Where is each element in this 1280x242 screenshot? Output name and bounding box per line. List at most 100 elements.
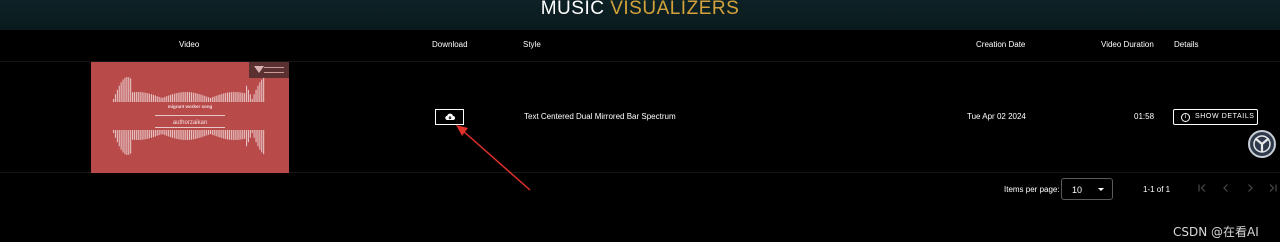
spectrum-bar <box>213 96 215 102</box>
spectrum-bar <box>208 97 210 102</box>
thumbnail-song-title: migrant worker song <box>167 104 213 109</box>
spectrum-bottom-graphic <box>113 130 265 155</box>
spectrum-bar <box>227 130 229 140</box>
spectrum-bar <box>194 130 196 139</box>
column-header-video: Video <box>179 40 200 49</box>
spectrum-bar <box>202 95 204 102</box>
spectrum-bar <box>113 99 115 102</box>
spectrum-bar <box>177 130 179 140</box>
page-title: MUSIC VISUALIZERS <box>0 0 1280 17</box>
spectrum-bar <box>152 94 154 102</box>
spectrum-bar <box>133 92 135 102</box>
column-header-video-duration: Video Duration <box>1101 40 1154 49</box>
spectrum-bar <box>189 92 191 102</box>
spectrum-bar <box>230 92 232 102</box>
spectrum-bar <box>137 130 139 140</box>
spectrum-bar <box>259 130 261 150</box>
spectrum-bar <box>242 92 244 102</box>
thumbnail-author: authorzaikan <box>172 120 208 126</box>
spectrum-bar <box>206 96 208 102</box>
table-header: Video Download Style Creation Date Video… <box>0 30 1280 62</box>
paginator: Items per page: 10 1-1 of 1 <box>0 173 1280 205</box>
spectrum-bar <box>154 95 156 102</box>
spectrum-bar <box>217 95 219 102</box>
spectrum-bar <box>114 94 116 102</box>
spectrum-bar <box>175 130 177 139</box>
spectrum-bar <box>196 93 198 102</box>
style-cell: Text Centered Dual Mirrored Bar Spectrum <box>524 112 676 121</box>
spectrum-bar <box>225 92 227 102</box>
previous-page-icon[interactable] <box>1219 181 1233 195</box>
spectrum-bar <box>221 130 223 139</box>
spectrum-bar <box>198 93 200 102</box>
spectrum-bar <box>211 97 213 102</box>
spectrum-bar <box>116 130 118 143</box>
spectrum-bar <box>261 79 263 102</box>
page-title-part2: VISUALIZERS <box>610 0 740 17</box>
spectrum-bar <box>120 82 122 102</box>
spectrum-bar <box>223 93 225 102</box>
spectrum-bar <box>246 85 248 102</box>
spectrum-bar <box>156 96 158 102</box>
spectrum-bar <box>244 130 246 139</box>
spectrum-bar <box>154 130 156 137</box>
items-per-page-label: Items per page: <box>1004 185 1060 194</box>
spectrum-bar <box>247 130 249 143</box>
spectrum-bar <box>130 78 132 102</box>
spectrum-bar <box>122 79 124 102</box>
spectrum-bar <box>164 130 166 136</box>
spectrum-bar <box>173 93 175 102</box>
spectrum-bar <box>120 130 122 150</box>
spectrum-bar <box>130 130 132 154</box>
spectrum-bar <box>168 95 170 102</box>
spectrum-bar <box>126 130 128 155</box>
items-per-page-select[interactable]: 10 <box>1061 178 1113 200</box>
items-per-page-value: 10 <box>1072 185 1083 195</box>
watermark: CSDN @在看AI <box>1173 225 1259 239</box>
spectrum-bar <box>247 89 249 102</box>
spectrum-bar <box>114 130 116 138</box>
spectrum-bar <box>253 130 255 138</box>
spectrum-bar <box>133 130 135 140</box>
spectrum-bar <box>118 130 120 147</box>
video-thumbnail[interactable]: migrant worker song authorzaikan <box>91 62 289 173</box>
spectrum-bar <box>228 130 230 140</box>
spectrum-bar <box>192 130 194 140</box>
spectrum-bar <box>151 130 153 138</box>
spectrum-bar <box>173 130 175 139</box>
spectrum-bar <box>124 77 126 102</box>
spectrum-bar <box>170 130 172 138</box>
spectrum-bar <box>238 92 240 102</box>
last-page-icon[interactable] <box>1266 181 1280 195</box>
spectrum-bar <box>194 93 196 102</box>
spectrum-bar <box>141 130 143 140</box>
show-details-button[interactable]: i SHOW DETAILS <box>1173 109 1258 125</box>
assistant-logo-icon <box>1253 135 1271 153</box>
spectrum-bar <box>187 92 189 102</box>
first-page-icon[interactable] <box>1195 181 1209 195</box>
spectrum-bar <box>204 130 206 137</box>
spectrum-bar <box>113 130 115 133</box>
spectrum-bar <box>185 92 187 102</box>
spectrum-bar <box>219 130 221 138</box>
spectrum-bar <box>135 92 137 102</box>
show-details-label: SHOW DETAILS <box>1195 113 1255 120</box>
spectrum-bar <box>181 92 183 102</box>
floating-assistant-button[interactable] <box>1248 130 1276 158</box>
next-page-icon[interactable] <box>1243 181 1257 195</box>
spectrum-bar <box>215 130 217 137</box>
spectrum-bar <box>217 130 219 137</box>
spectrum-bar <box>209 97 211 102</box>
spectrum-bar <box>240 92 242 102</box>
spectrum-bar <box>162 130 164 135</box>
spectrum-bar <box>181 130 183 140</box>
spectrum-bar <box>232 130 234 140</box>
spectrum-bar <box>160 130 162 135</box>
spectrum-bar <box>249 94 251 102</box>
download-button[interactable] <box>435 109 464 125</box>
spectrum-bar <box>137 92 139 102</box>
spectrum-bar <box>147 93 149 102</box>
spectrum-bar <box>202 130 204 137</box>
spectrum-bar <box>263 77 265 102</box>
spectrum-bar <box>221 93 223 102</box>
